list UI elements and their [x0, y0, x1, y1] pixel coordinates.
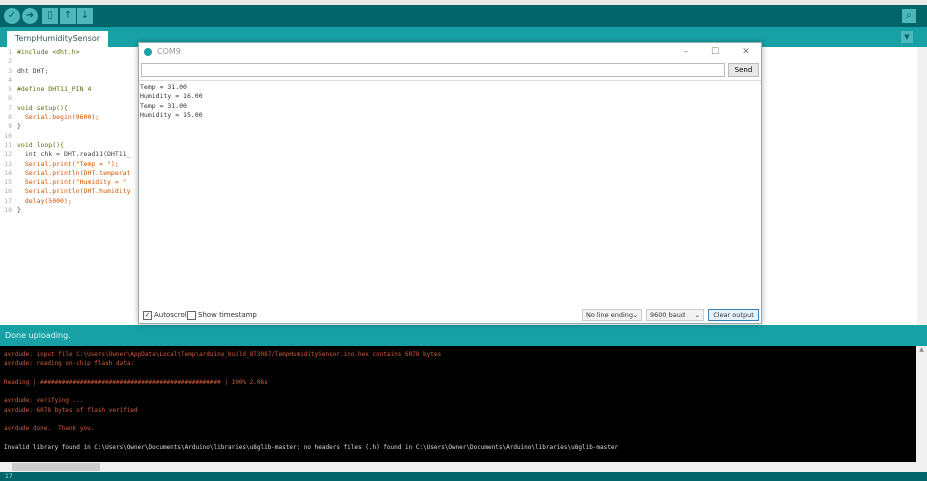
console-line: avrdude: verifying ...: [4, 397, 84, 405]
console-line: avrdude: reading on-chip flash data:: [4, 360, 135, 368]
code-text: #define DHT11_PIN 4: [17, 85, 92, 94]
save-button[interactable]: ↓: [77, 8, 93, 24]
verify-button[interactable]: ✓: [4, 8, 20, 24]
console-status: Done uploading.: [0, 325, 927, 346]
show-timestamp-label: Show timestamp: [198, 311, 257, 319]
line-number: 2: [8, 57, 12, 66]
serial-monitor-button[interactable]: ⌕: [902, 9, 916, 23]
code-text: Serial.println(DHT.humidity: [17, 187, 131, 196]
serial-monitor-options: ✓ Autoscroll Show timestamp No line endi…: [139, 307, 761, 323]
scrollbar-thumb[interactable]: [12, 463, 100, 471]
console-line: Reading | ##############################…: [4, 378, 268, 386]
toolbar: ✓ ➜ ▯ ↑ ↓ ⌕: [0, 5, 927, 27]
line-number: 17: [4, 196, 12, 205]
close-button[interactable]: ✕: [736, 43, 756, 61]
chevron-down-icon: ⌄: [694, 311, 700, 319]
line-ending-select[interactable]: No line ending ⌄: [582, 309, 642, 321]
code-text: Serial.println(DHT.temperat: [17, 168, 131, 177]
console-line: avrdude: 6078 bytes of flash verified: [4, 406, 138, 414]
line-number: 3: [8, 66, 12, 75]
minimize-button[interactable]: –: [676, 43, 696, 61]
serial-line: Humidity = 16.00: [140, 92, 203, 101]
line-number: 1: [8, 48, 12, 56]
code-text: void setup(){: [17, 103, 68, 112]
line-number: 13: [4, 159, 12, 168]
console-vertical-scrollbar[interactable]: ▲: [916, 346, 927, 462]
code-text: dht DHT;: [17, 66, 49, 75]
line-number: 15: [4, 178, 12, 187]
code-text: void loop(){: [17, 140, 64, 149]
serial-input[interactable]: [141, 63, 725, 77]
line-number: 4: [8, 75, 12, 84]
line-number: 12: [4, 150, 12, 159]
console-output: avrdude: input file C:\Users\Owner\AppDa…: [0, 346, 916, 462]
line-number: 11: [4, 140, 12, 149]
maximize-button[interactable]: ☐: [705, 43, 725, 61]
code-text: delay(5000);: [17, 196, 72, 205]
line-number: 10: [4, 131, 12, 140]
check-icon: ✓: [7, 10, 17, 21]
console-line: avrdude done. Thank you.: [4, 425, 95, 433]
baud-rate-select[interactable]: 9600 baud ⌄: [646, 309, 704, 321]
code-text: Serial.begin(9600);: [17, 113, 100, 122]
arrow-right-icon: ➜: [25, 10, 35, 21]
code-text: Serial.print("Humidity = ": [17, 178, 127, 187]
editor-scrollbar[interactable]: [917, 47, 927, 325]
code-text: int chk = DHT.read11(DHT11_: [17, 150, 131, 159]
code-text: #include <dht.h>: [17, 48, 80, 56]
line-number: 8: [8, 113, 12, 122]
arrow-down-icon: ↓: [80, 10, 90, 21]
baud-rate-value: 9600 baud: [650, 311, 685, 319]
upload-button[interactable]: ➜: [22, 8, 38, 24]
code-text: }: [17, 206, 21, 215]
serial-monitor-title-bar: COM9 – ☐ ✕: [139, 43, 761, 61]
status-bar: 17: [0, 472, 927, 481]
open-button[interactable]: ↑: [60, 8, 76, 24]
line-number: 6: [8, 94, 12, 103]
code-text: Serial.print("Temp = ");: [17, 159, 119, 168]
chevron-down-icon: ⌄: [632, 311, 638, 319]
magnifier-icon: ⌕: [906, 10, 912, 21]
line-number: 9: [8, 122, 12, 131]
console-line: Invalid library found in C:\Users\Owner\…: [4, 443, 619, 451]
console-line: avrdude: input file C:\Users\Owner\AppDa…: [4, 351, 442, 358]
code-text: }: [17, 122, 21, 131]
line-number: 7: [8, 103, 12, 112]
tab-menu-button[interactable]: ▼: [901, 31, 913, 43]
autoscroll-checkbox[interactable]: ✓: [143, 311, 152, 320]
serial-monitor-window: COM9 – ☐ ✕ Send Temp = 31.00 Humidity = 1…: [138, 42, 762, 324]
file-icon: ▯: [47, 10, 53, 21]
line-ending-value: No line ending: [586, 311, 633, 319]
line-number: 5: [8, 85, 12, 94]
serial-line: Temp = 31.00: [140, 83, 187, 91]
serial-line: Temp = 31.00: [140, 101, 187, 110]
arduino-icon: [144, 48, 152, 56]
clear-output-button[interactable]: Clear output: [708, 309, 759, 321]
tab-temphumiditysensor[interactable]: TempHumiditySensor: [7, 31, 109, 47]
console-horizontal-scrollbar[interactable]: [0, 462, 927, 472]
serial-line: Humidity = 15.00: [140, 110, 203, 119]
line-number: 18: [4, 206, 12, 215]
send-button[interactable]: Send: [728, 63, 759, 77]
line-number: 14: [4, 168, 12, 177]
serial-monitor-title: COM9: [157, 47, 181, 56]
line-number: 16: [4, 187, 12, 196]
new-button[interactable]: ▯: [42, 8, 58, 24]
show-timestamp-checkbox[interactable]: [187, 311, 196, 320]
serial-output: Temp = 31.00 Humidity = 16.00 Temp = 31.00…: [139, 80, 761, 306]
arrow-up-icon: ↑: [63, 10, 73, 21]
autoscroll-label: Autoscroll: [154, 311, 189, 319]
line-number: 17: [5, 473, 13, 480]
